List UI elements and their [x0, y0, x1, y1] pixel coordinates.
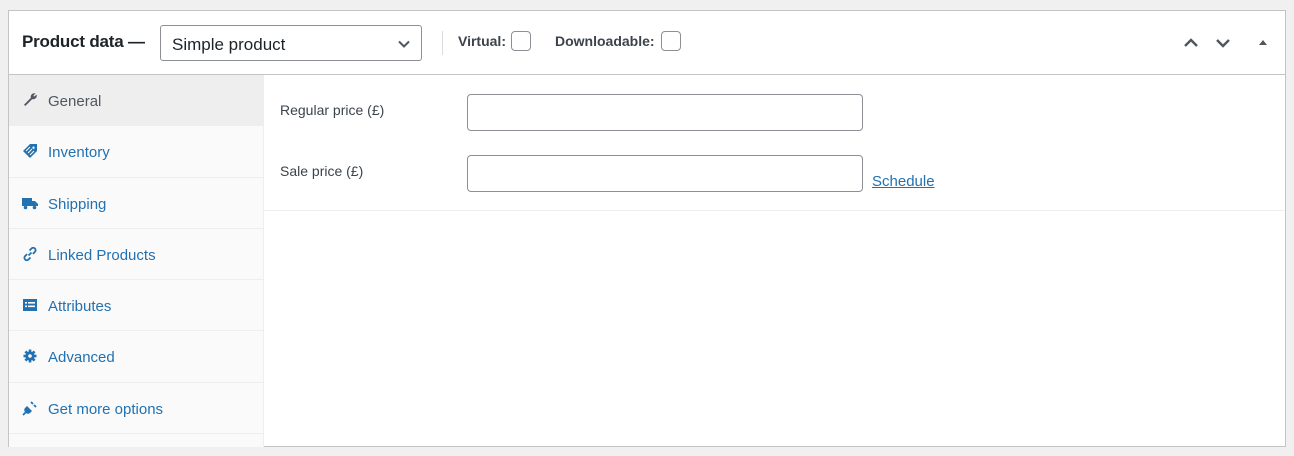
- chevron-down-icon: [398, 40, 410, 48]
- sale-price-label: Sale price (£): [280, 163, 364, 179]
- product-type-select[interactable]: Simple product: [160, 25, 422, 61]
- tab-inventory[interactable]: Inventory: [9, 126, 263, 178]
- virtual-checkbox[interactable]: [511, 31, 531, 51]
- box-title: Product data —: [22, 32, 145, 51]
- tab-get-more-options[interactable]: Get more options: [9, 383, 263, 435]
- tab-label: Shipping: [48, 195, 107, 213]
- product-data-box: Product data — Simple product Virtual: D…: [8, 10, 1286, 447]
- toggle-panel-icon[interactable]: [1253, 33, 1273, 53]
- schedule-link[interactable]: Schedule: [872, 173, 935, 190]
- downloadable-checkbox[interactable]: [661, 31, 681, 51]
- general-panel: Regular price (£) Sale price (£) Schedul…: [264, 75, 1285, 211]
- header-divider: [442, 31, 443, 55]
- tab-label: Linked Products: [48, 246, 156, 264]
- tab-label: Inventory: [48, 144, 110, 162]
- move-down-icon[interactable]: [1213, 33, 1233, 53]
- tab-label: General: [48, 93, 102, 110]
- downloadable-label: Downloadable:: [555, 33, 655, 49]
- tab-linked-products[interactable]: Linked Products: [9, 229, 263, 281]
- link-icon: [23, 246, 37, 261]
- tab-shipping[interactable]: Shipping: [9, 178, 263, 229]
- gear-icon: [23, 349, 37, 363]
- plugin-icon: [22, 401, 37, 416]
- sale-price-input[interactable]: [467, 155, 863, 192]
- tab-label: Attributes: [48, 298, 112, 316]
- tab-advanced[interactable]: Advanced: [9, 331, 263, 383]
- regular-price-input[interactable]: [467, 94, 863, 131]
- virtual-label: Virtual:: [458, 33, 506, 49]
- list-icon: [23, 299, 37, 312]
- tab-label: Get more options: [48, 400, 164, 418]
- product-data-tabs: General Inventory Shipping Linked Produc…: [9, 75, 264, 447]
- product-type-selected: Simple product: [172, 35, 286, 54]
- tab-general[interactable]: General: [9, 75, 263, 127]
- move-up-icon[interactable]: [1181, 33, 1201, 53]
- regular-price-label: Regular price (£): [280, 102, 385, 118]
- truck-icon: [22, 197, 38, 209]
- tab-label: Advanced: [48, 349, 115, 367]
- wrench-icon: [24, 93, 37, 106]
- tab-attributes[interactable]: Attributes: [9, 280, 263, 332]
- product-data-header: Product data — Simple product Virtual: D…: [9, 11, 1285, 75]
- tag-icon: [23, 144, 37, 159]
